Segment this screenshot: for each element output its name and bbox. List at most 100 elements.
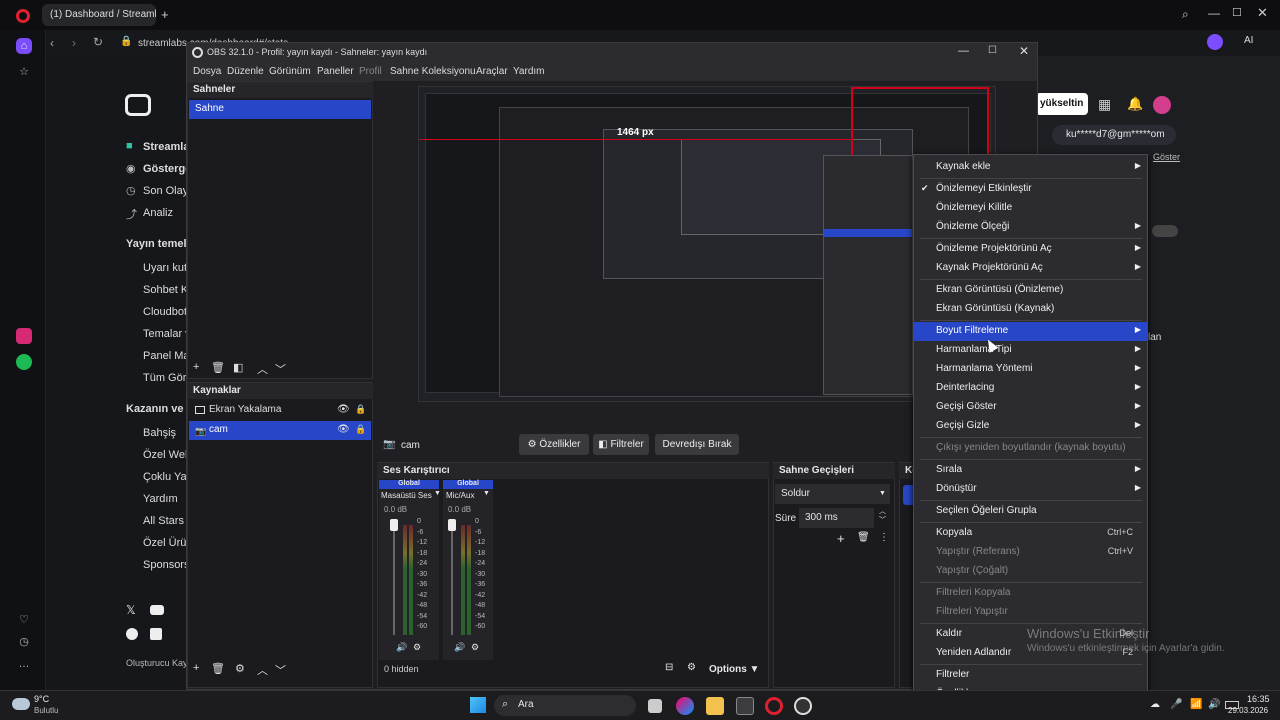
context-menu-item[interactable]: Kaynak Projektörünü Aç ▶ — [914, 259, 1147, 278]
pinboard-icon[interactable]: ☆ — [16, 64, 32, 80]
clock-date[interactable]: 29.03.2026 — [1228, 706, 1268, 715]
dropdown-icon[interactable]: ▼ — [483, 490, 490, 497]
avatar[interactable] — [1153, 96, 1171, 114]
context-menu-item[interactable]: Sırala ▶ — [914, 461, 1147, 480]
dropdown-icon[interactable]: ▼ — [879, 490, 886, 497]
tray-wifi-icon[interactable]: 📶 — [1190, 699, 1202, 710]
stepper-icon[interactable]: ︿ ﹀ — [879, 507, 886, 525]
move-down-icon[interactable]: ﹀ — [275, 662, 286, 678]
speaker-icon[interactable]: 🔊 — [396, 642, 407, 653]
speaker-icon[interactable]: 🔊 — [454, 642, 465, 653]
context-menu-item[interactable]: Kopyala Ctrl+C — [914, 524, 1147, 543]
linkedin-icon[interactable] — [150, 628, 162, 640]
obs-close-icon[interactable]: ✕ — [1019, 44, 1029, 58]
sidebar-item-all-stars[interactable]: All Stars — [143, 515, 184, 527]
maximize-icon[interactable]: ☐ — [1232, 6, 1242, 19]
copilot-icon[interactable] — [676, 697, 694, 715]
new-tab-icon[interactable]: + — [161, 7, 169, 22]
start-icon[interactable] — [470, 697, 486, 713]
ai-icon[interactable]: AI — [1244, 35, 1253, 46]
opera-icon[interactable] — [765, 697, 783, 715]
context-menu-item[interactable]: Önizlemeyi Kilitle — [914, 199, 1147, 218]
move-up-icon[interactable]: ︿ — [257, 361, 268, 377]
context-menu-item[interactable]: Seçilen Öğeleri Grupla — [914, 502, 1147, 521]
search-box[interactable]: Ara — [494, 695, 636, 716]
tray-cloud-icon[interactable]: ☁ — [1150, 699, 1160, 710]
context-menu-item[interactable]: Kaynak ekle ▶ — [914, 158, 1147, 177]
obs-maximize-icon[interactable]: ☐ — [988, 45, 997, 56]
home-icon[interactable]: ⌂ — [16, 38, 32, 54]
clock-time[interactable]: 16:35 — [1247, 694, 1270, 704]
tray-volume-icon[interactable]: 🔊 — [1208, 699, 1220, 710]
task-view-icon[interactable] — [648, 699, 662, 713]
menu-view[interactable]: Görünüm — [269, 66, 311, 77]
channel-name[interactable]: Mic/Aux — [446, 491, 474, 500]
sidebar-item-analytics[interactable]: Analiz — [143, 207, 173, 219]
context-menu-item[interactable]: Boyut Filtreleme ▶ — [914, 322, 1147, 341]
obs-minimize-icon[interactable]: — — [958, 45, 969, 57]
more-icon[interactable]: … — [16, 656, 32, 672]
back-icon[interactable]: ‹ — [50, 36, 54, 50]
context-menu-item[interactable]: Önizleme Projektörünü Aç ▶ — [914, 240, 1147, 259]
remove-transition-icon[interactable]: 🗑 — [857, 532, 870, 543]
menu-edit[interactable]: Düzenle — [227, 66, 264, 77]
add-scene-icon[interactable]: + — [193, 361, 199, 373]
spotify-icon[interactable] — [16, 354, 32, 370]
context-menu-item[interactable]: Ekran Görüntüsü (Kaynak) — [914, 300, 1147, 319]
options-button[interactable]: Options ▼ — [709, 664, 759, 675]
context-menu-item[interactable]: Dönüştür ▶ — [914, 480, 1147, 499]
scene-filters-icon[interactable]: ◧ — [233, 361, 243, 374]
close-icon[interactable]: ✕ — [1257, 5, 1268, 21]
add-source-icon[interactable]: + — [193, 662, 199, 674]
context-menu-item[interactable]: Harmanlama Tipi ▶ — [914, 341, 1147, 360]
history-icon[interactable]: ◷ — [16, 634, 32, 650]
opera-logo-icon[interactable] — [16, 9, 30, 23]
temperature[interactable]: 9°C — [34, 694, 49, 704]
context-menu-item[interactable]: Filtreler — [914, 666, 1147, 685]
context-menu-item[interactable]: Önizleme Ölçeği ▶ — [914, 218, 1147, 237]
facebook-icon[interactable] — [126, 628, 138, 640]
scene-item[interactable]: Sahne — [189, 100, 371, 119]
file-explorer-icon[interactable] — [706, 697, 724, 715]
sidebar-item-cloudbot[interactable]: Cloudbot — [143, 306, 187, 318]
filters-button[interactable]: ◧ Filtreler — [593, 434, 649, 455]
show-link[interactable]: Göster — [1153, 152, 1180, 162]
sidebar-item-web[interactable]: Özel Web — [143, 449, 191, 461]
context-menu-item[interactable]: Harmanlama Yöntemi ▶ — [914, 360, 1147, 379]
hidden-count[interactable]: 0 hidden — [384, 664, 419, 674]
menu-help[interactable]: Yardım — [513, 66, 545, 77]
context-menu-item[interactable]: Geçişi Gizle ▶ — [914, 417, 1147, 436]
volume-slider[interactable] — [393, 519, 395, 635]
settings-icon[interactable]: ⚙ — [471, 642, 479, 653]
forward-icon[interactable]: › — [72, 36, 76, 50]
x-icon[interactable]: 𝕏 — [126, 603, 136, 617]
tray-mic-icon[interactable]: 🎤 — [1170, 699, 1182, 710]
duration-field[interactable]: 300 ms — [799, 508, 874, 528]
profile-icon[interactable] — [1207, 34, 1223, 50]
menu-profile[interactable]: Profil — [359, 66, 382, 77]
upgrade-button[interactable]: yükseltin — [1036, 93, 1088, 115]
sidebar-item-help[interactable]: Yardım — [143, 493, 178, 505]
heart-icon[interactable]: ♡ — [16, 612, 32, 628]
move-up-icon[interactable]: ︿ — [257, 662, 268, 678]
source-settings-icon[interactable]: ⚙ — [235, 662, 245, 675]
visibility-icon[interactable]: 👁 — [337, 404, 350, 415]
transition-select[interactable]: Soldur — [775, 484, 890, 504]
store-icon[interactable] — [736, 697, 754, 715]
layout-icon[interactable]: ⊟ — [665, 662, 673, 673]
context-menu-item[interactable]: Ekran Görüntüsü (Önizleme) — [914, 281, 1147, 300]
weather-icon[interactable] — [12, 698, 30, 710]
mixer-settings-icon[interactable]: ⚙ — [687, 662, 696, 673]
apps-icon[interactable]: ▦ — [1098, 96, 1111, 113]
lock-icon[interactable]: 🔒 — [355, 424, 366, 435]
menu-file[interactable]: Dosya — [193, 66, 221, 77]
dropdown-icon[interactable]: ▼ — [434, 490, 441, 497]
obs-taskbar-icon[interactable] — [794, 697, 812, 715]
youtube-icon[interactable] — [150, 605, 164, 615]
context-menu-item[interactable]: Deinterlacing ▶ — [914, 379, 1147, 398]
context-menu-item[interactable]: ✔ Önizlemeyi Etkinleştir — [914, 180, 1147, 199]
deactivate-button[interactable]: Devredışı Bırak — [655, 434, 739, 455]
slider-handle[interactable] — [448, 519, 456, 531]
more-icon[interactable]: ⋮ — [879, 532, 889, 543]
toggle[interactable] — [1152, 225, 1178, 237]
